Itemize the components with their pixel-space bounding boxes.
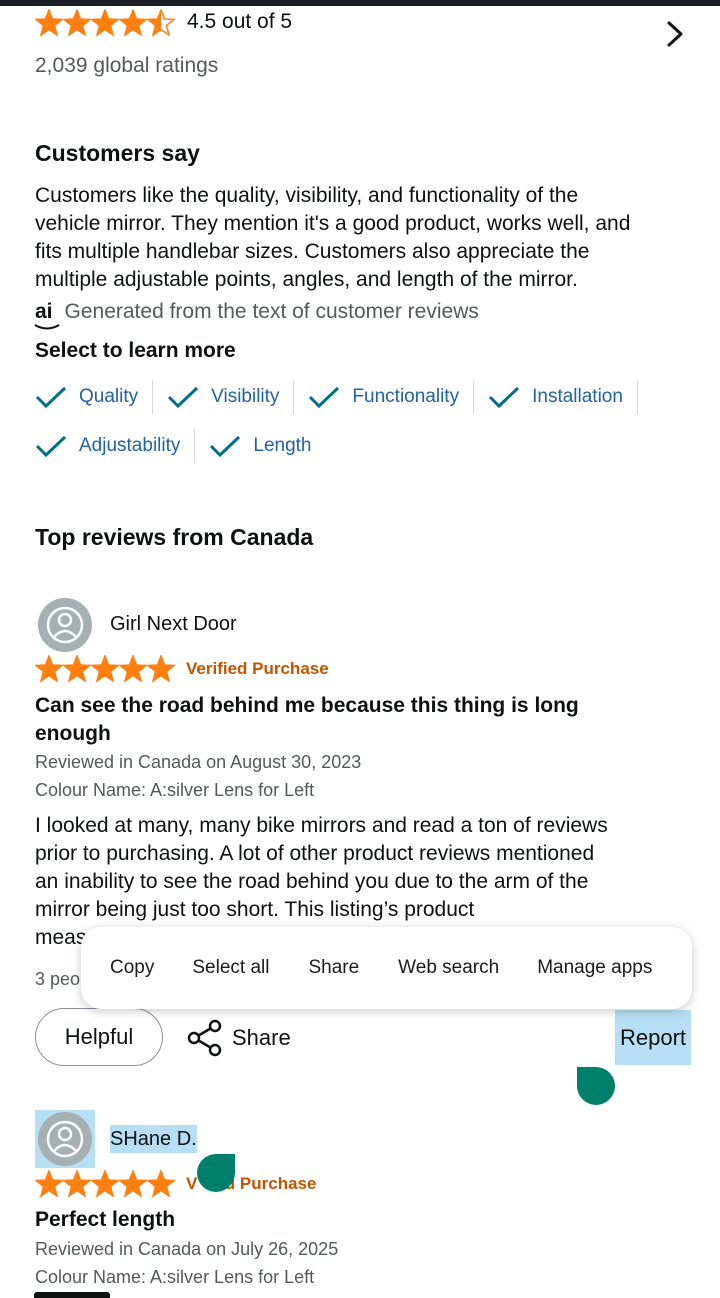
avatar[interactable] xyxy=(38,1112,92,1166)
aspect-label: Functionality xyxy=(352,386,460,407)
summary-star-rating xyxy=(35,9,175,39)
review-body-line: mirror being just too short. This listin… xyxy=(35,898,475,921)
check-icon xyxy=(210,435,241,458)
menu-item-select-all[interactable]: Select all xyxy=(192,957,269,979)
menu-item-web-search[interactable]: Web search xyxy=(398,957,499,979)
aspect-label: Length xyxy=(253,435,312,456)
ai-sparkle-icon: ai xyxy=(34,300,60,330)
summary-line: multiple adjustable points, angles, and … xyxy=(35,268,578,291)
review-title[interactable]: Perfect length xyxy=(35,1208,175,1232)
summary-line: vehicle mirror. They mention it's a good… xyxy=(35,212,631,235)
check-icon xyxy=(168,386,199,409)
review-date: Reviewed in Canada on July 26, 2025 xyxy=(35,1239,339,1259)
select-to-learn-heading: Select to learn more xyxy=(35,339,236,362)
check-icon xyxy=(35,435,67,458)
report-link[interactable]: Report xyxy=(615,1010,691,1065)
review-author[interactable]: Girl Next Door xyxy=(110,613,237,636)
review-title-line: enough xyxy=(35,722,111,745)
avatar[interactable] xyxy=(38,598,92,652)
rating-text: 4.5 out of 5 xyxy=(187,10,293,33)
ai-badge-text: ai xyxy=(35,300,53,323)
user-avatar-icon xyxy=(46,606,84,644)
verified-prefix: V xyxy=(186,1174,198,1193)
aspect-chip-row: Adjustability Length xyxy=(35,429,326,463)
aspect-label: Adjustability xyxy=(79,435,181,456)
top-reviews-heading: Top reviews from Canada xyxy=(35,524,314,550)
menu-item-share[interactable]: Share xyxy=(308,957,359,979)
aspect-chip-visibility[interactable]: Visibility xyxy=(153,380,295,414)
check-icon xyxy=(35,386,67,409)
selection-end-handle[interactable] xyxy=(197,1154,235,1192)
aspect-label: Installation xyxy=(532,386,623,407)
review-body-line: I looked at many, many bike mirrors and … xyxy=(35,814,608,837)
review-body-line: prior to purchasing. A lot of other prod… xyxy=(35,842,595,865)
text-selection-context-menu: Copy Select all Share Web search Manage … xyxy=(81,927,692,1009)
aspect-chip-row: Quality Visibility Functionality Install… xyxy=(35,380,638,414)
review-body-line: an inability to see the road behind you … xyxy=(35,870,589,893)
check-icon xyxy=(489,386,520,409)
user-avatar-icon xyxy=(46,1120,84,1158)
customers-say-summary: Customers like the quality, visibility, … xyxy=(35,182,705,294)
customers-say-heading: Customers say xyxy=(35,140,200,166)
ai-note-text: Generated from the text of customer revi… xyxy=(64,300,479,323)
helpful-count: 3 peo xyxy=(35,969,81,989)
summary-line: fits multiple handlebar sizes. Customers… xyxy=(35,240,590,263)
aspect-chip-installation[interactable]: Installation xyxy=(474,380,638,414)
global-ratings-count[interactable]: 2,039 global ratings xyxy=(35,54,218,78)
status-bar-edge xyxy=(0,0,720,6)
chevron-right-icon[interactable] xyxy=(660,18,690,55)
menu-item-manage-apps[interactable]: Manage apps xyxy=(537,957,652,979)
aspect-chip-functionality[interactable]: Functionality xyxy=(294,380,475,414)
menu-item-copy[interactable]: Copy xyxy=(110,957,154,979)
bottom-edge-tab xyxy=(34,1292,110,1298)
verified-purchase-badge: Verified Purchase xyxy=(186,659,329,678)
aspect-label: Quality xyxy=(79,386,139,407)
aspect-chip-adjustability[interactable]: Adjustability xyxy=(35,429,196,463)
share-icon xyxy=(187,1019,222,1057)
review-author[interactable]: SHane D. xyxy=(110,1125,197,1153)
aspect-chip-quality[interactable]: Quality xyxy=(35,380,154,414)
review-variant: Colour Name: A:silver Lens for Left xyxy=(35,780,315,800)
check-icon xyxy=(309,386,340,409)
aspect-label: Visibility xyxy=(211,386,280,407)
review-title[interactable]: Can see the road behind me because this … xyxy=(35,692,695,748)
review-date: Reviewed in Canada on August 30, 2023 xyxy=(35,752,362,772)
review-star-rating xyxy=(35,1170,177,1200)
review-star-rating xyxy=(35,655,177,685)
selection-start-handle[interactable] xyxy=(577,1067,615,1105)
review-variant: Colour Name: A:silver Lens for Left xyxy=(35,1267,315,1287)
share-label: Share xyxy=(232,1025,291,1050)
review-title-line: Can see the road behind me because this … xyxy=(35,694,579,717)
share-button[interactable]: Share xyxy=(186,1018,291,1058)
summary-line: Customers like the quality, visibility, … xyxy=(35,184,579,207)
helpful-button[interactable]: Helpful xyxy=(35,1008,163,1066)
aspect-chip-length[interactable]: Length xyxy=(195,429,325,463)
ai-generated-note: ai Generated from the text of customer r… xyxy=(34,300,479,330)
